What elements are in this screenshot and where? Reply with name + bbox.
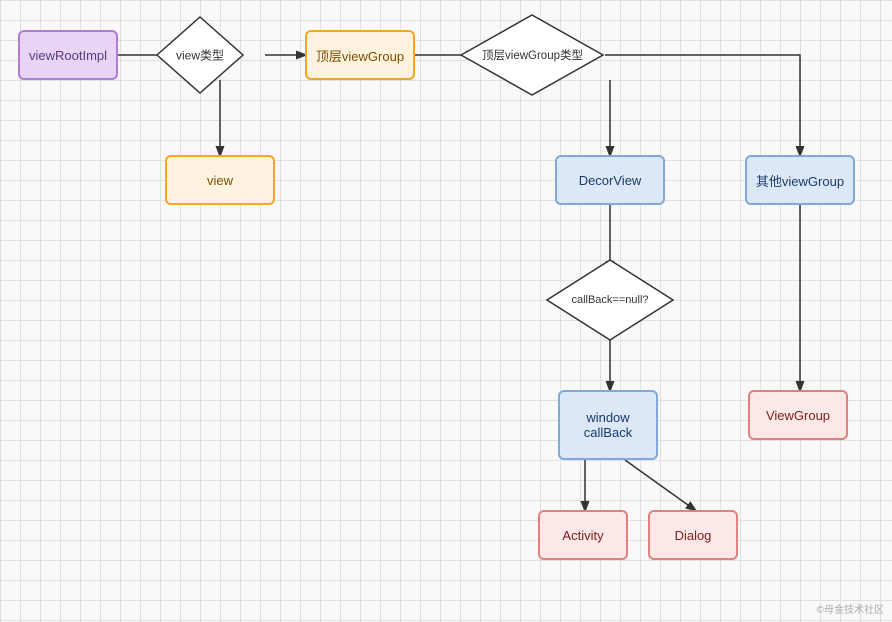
node-other-viewgroup: 其他viewGroup (745, 155, 855, 205)
flowchart-canvas: viewRootImpl view类型 顶层viewGroup 顶层viewGr… (0, 0, 892, 622)
node-view: view (165, 155, 275, 205)
node-viewgroup: ViewGroup (748, 390, 848, 440)
node-window-callback: window callBack (558, 390, 658, 460)
node-callback-null-label: callBack==null? (571, 294, 648, 306)
node-activity: Activity (538, 510, 628, 560)
node-viewtype-diamond: view类型 (155, 15, 245, 95)
node-viewtype-label: view类型 (176, 47, 224, 64)
node-top-viewgroup-type-label: 顶层viewGroup类型 (482, 47, 583, 63)
watermark: ©母金技术社区 (817, 601, 884, 616)
node-top-viewgroup: 顶层viewGroup (305, 30, 415, 80)
node-viewrootimpl: viewRootImpl (18, 30, 118, 80)
node-dialog: Dialog (648, 510, 738, 560)
node-decorview: DecorView (555, 155, 665, 205)
connections-svg (0, 0, 892, 622)
node-callback-null-diamond: callBack==null? (545, 258, 675, 342)
node-top-viewgroup-type-diamond: 顶层viewGroup类型 (460, 13, 605, 97)
